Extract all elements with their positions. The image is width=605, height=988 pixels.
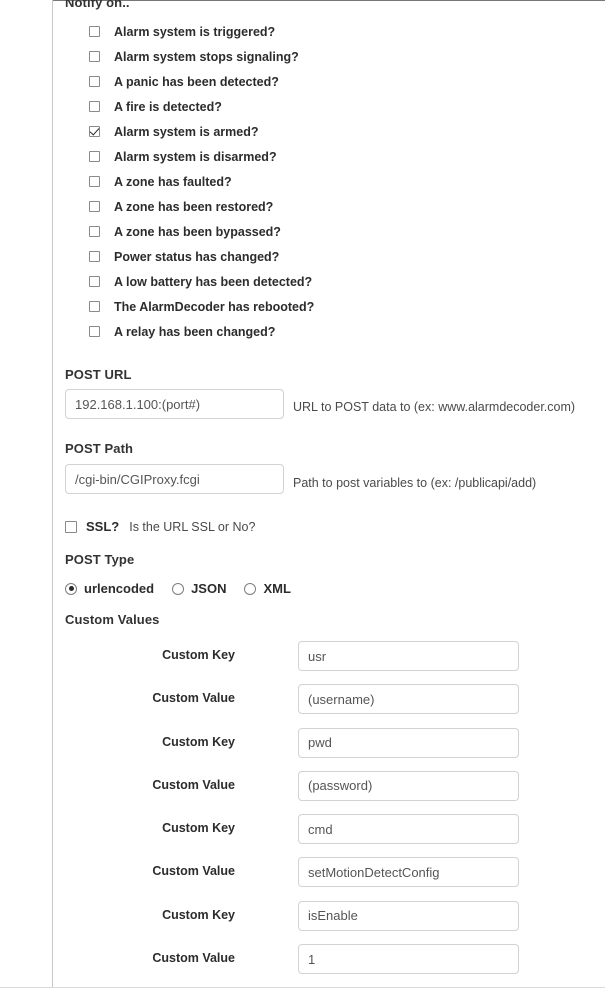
notify-option-label: Alarm system stops signaling? [114, 49, 299, 64]
custom-value-input[interactable] [298, 814, 519, 845]
custom-value-input[interactable] [298, 684, 519, 715]
custom-value-row: Custom Key [53, 811, 605, 854]
custom-value-row: Custom Key [53, 725, 605, 768]
notify-option-label: A zone has been restored? [114, 199, 274, 214]
notify-option-label: A fire is detected? [114, 99, 222, 114]
notify-option-row[interactable]: Alarm system is triggered? [89, 19, 509, 44]
notify-option-row[interactable]: A zone has been restored? [89, 194, 509, 219]
checkbox-icon[interactable] [89, 251, 100, 262]
custom-value-row: Custom Value [53, 768, 605, 811]
post-path-input[interactable] [65, 464, 284, 494]
custom-value-row-label: Custom Key [162, 821, 235, 836]
post-type-label: POST Type [65, 552, 135, 567]
checkbox-icon[interactable] [89, 26, 100, 37]
post-type-option-label: JSON [191, 581, 227, 596]
custom-value-row: Custom Key [53, 898, 605, 941]
custom-value-row: Custom Value [53, 854, 605, 897]
custom-value-row: Custom Value [53, 941, 605, 984]
checkbox-icon[interactable] [89, 276, 100, 287]
checkbox-icon[interactable] [89, 151, 100, 162]
notify-option-label: Alarm system is disarmed? [114, 149, 277, 164]
notify-option-label: A zone has been bypassed? [114, 224, 281, 239]
custom-values-list: Custom Key Custom Value Custom Key Custom V… [53, 638, 605, 984]
notify-option-row[interactable]: A fire is detected? [89, 94, 509, 119]
custom-value-row: Custom Value [53, 681, 605, 724]
notify-option-label: A low battery has been detected? [114, 274, 313, 289]
post-path-label: POST Path [65, 441, 134, 456]
notify-option-row[interactable]: A relay has been changed? [89, 319, 509, 344]
post-type-option-label: urlencoded [84, 581, 155, 596]
notify-option-label: Alarm system is triggered? [114, 24, 276, 39]
post-type-radio-group: urlencoded JSON XML [65, 581, 309, 596]
left-gutter [0, 0, 52, 988]
post-url-helper-text: URL to POST data to (ex: www.alarmdecode… [293, 400, 576, 414]
custom-value-row-label: Custom Value [152, 777, 235, 792]
ssl-label: SSL? [86, 519, 120, 534]
notify-option-row[interactable]: A zone has been bypassed? [89, 219, 509, 244]
custom-value-row-label: Custom Value [152, 691, 235, 706]
post-url-input[interactable] [65, 389, 284, 419]
notify-options-list: Alarm system is triggered? Alarm system s… [89, 19, 509, 344]
custom-value-input[interactable] [298, 727, 519, 758]
custom-value-row-label: Custom Value [152, 864, 235, 879]
notify-option-row[interactable]: The AlarmDecoder has rebooted? [89, 294, 509, 319]
notify-option-label: Alarm system is armed? [114, 124, 259, 139]
notify-option-row[interactable]: Alarm system is disarmed? [89, 144, 509, 169]
notify-option-row[interactable]: A zone has faulted? [89, 169, 509, 194]
post-type-option-urlencoded[interactable]: urlencoded [65, 581, 154, 596]
custom-value-row: Custom Key [53, 638, 605, 681]
checkbox-icon[interactable] [89, 301, 100, 312]
custom-value-input[interactable] [298, 857, 519, 888]
post-path-helper-text: Path to post variables to (ex: /publicap… [293, 476, 537, 490]
radio-icon[interactable] [172, 582, 185, 595]
custom-value-row-label: Custom Key [162, 734, 235, 749]
checkbox-icon[interactable] [89, 226, 100, 237]
custom-value-input[interactable] [298, 944, 519, 975]
ssl-checkbox[interactable] [65, 520, 77, 533]
custom-value-row-label: Custom Key [162, 907, 235, 922]
custom-value-input[interactable] [298, 900, 519, 931]
notify-option-label: Power status has changed? [114, 249, 280, 264]
notify-option-label: The AlarmDecoder has rebooted? [114, 299, 315, 314]
checkbox-icon[interactable] [89, 201, 100, 212]
checkbox-icon[interactable] [89, 76, 100, 87]
radio-icon[interactable] [244, 582, 257, 595]
custom-value-input[interactable] [298, 641, 519, 671]
custom-value-input[interactable] [298, 770, 519, 801]
checkbox-icon[interactable] [89, 51, 100, 62]
checkbox-icon[interactable] [89, 176, 100, 187]
notify-option-row[interactable]: Power status has changed? [89, 244, 509, 269]
notify-on-heading: Notify on.. [65, 0, 130, 10]
custom-value-row-label: Custom Value [152, 951, 235, 966]
notify-option-label: A relay has been changed? [114, 324, 276, 339]
post-type-option-json[interactable]: JSON [172, 581, 226, 596]
notify-option-row[interactable]: Alarm system stops signaling? [89, 44, 509, 69]
custom-value-row-label: Custom Key [162, 648, 235, 662]
ssl-helper-text: Is the URL SSL or No? [129, 519, 256, 534]
ssl-row: SSL? Is the URL SSL or No? [65, 519, 255, 534]
post-type-option-label: XML [263, 581, 291, 596]
radio-selected-icon[interactable] [65, 582, 77, 595]
notify-option-row[interactable]: A low battery has been detected? [89, 269, 509, 294]
post-type-option-xml[interactable]: XML [244, 581, 291, 596]
checkbox-icon[interactable] [89, 326, 100, 337]
settings-form: Notify on.. Alarm system is triggered? Al… [53, 0, 605, 988]
notify-option-label: A panic has been detected? [114, 74, 279, 89]
post-url-label: POST URL [65, 367, 132, 382]
notify-option-row[interactable]: A panic has been detected? [89, 69, 509, 94]
custom-values-label: Custom Values [65, 612, 160, 627]
notify-option-label: A zone has faulted? [114, 174, 232, 189]
checkbox-icon[interactable] [89, 101, 100, 112]
notify-option-row[interactable]: Alarm system is armed? [89, 119, 509, 144]
checkbox-checked-icon[interactable] [89, 126, 100, 137]
